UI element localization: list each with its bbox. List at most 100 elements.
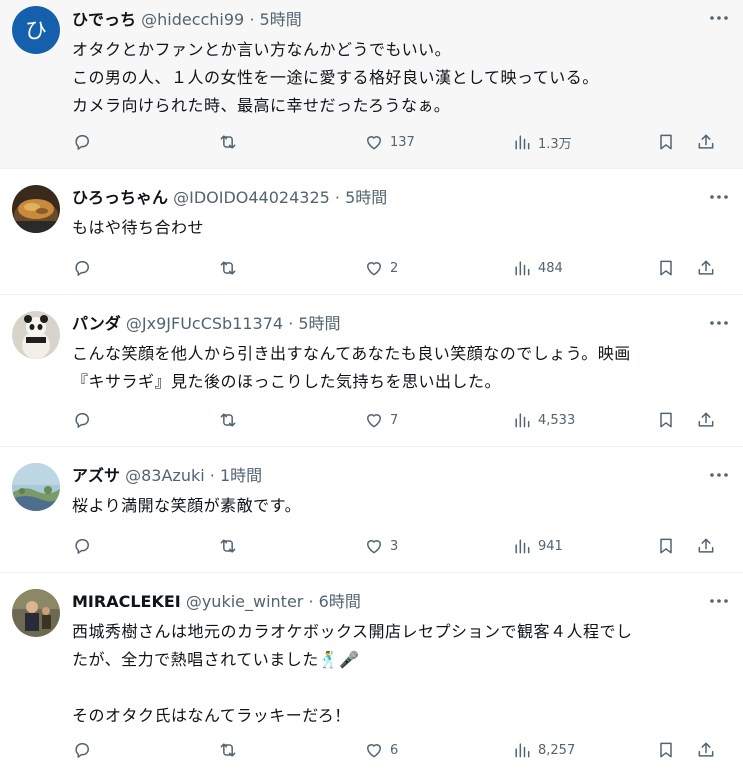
share-button[interactable] (696, 408, 716, 432)
post-text: 西城秀樹さんは地元のカラオケボックス開店レセプションで観客４人程でし たが、全力… (72, 622, 633, 725)
like-count: 137 (390, 134, 415, 150)
more-horizontal-icon (710, 195, 728, 199)
user-handle[interactable]: @83Azuki (125, 466, 205, 485)
post-time[interactable]: 1時間 (220, 466, 262, 485)
more-options-button[interactable] (707, 313, 731, 333)
views-chart-icon (515, 743, 530, 758)
reply-button[interactable] (72, 408, 92, 432)
display-name[interactable]: アズサ (72, 466, 120, 485)
display-name[interactable]: MIRACLEKEI (72, 592, 181, 611)
reply-post[interactable]: MIRACLEKEI @yukie_winter · 6時間 西城秀樹さんは地元… (0, 573, 743, 778)
reply-button[interactable] (72, 130, 92, 154)
reply-button[interactable] (72, 534, 92, 558)
views-button[interactable]: 484 (512, 256, 563, 280)
share-icon (698, 538, 714, 553)
reply-icon (75, 135, 89, 150)
post-header: ひでっち @hidecchi99 · 5時間 (72, 9, 731, 31)
action-bar: 3 941 (72, 534, 731, 558)
more-options-button[interactable] (707, 8, 731, 28)
views-button[interactable]: 1.3万 (512, 130, 572, 154)
post-header: パンダ @Jx9JFUcCSb11374 · 5時間 (72, 313, 731, 335)
avatar[interactable] (12, 463, 60, 511)
like-button[interactable]: 6 (364, 738, 398, 762)
reply-post[interactable]: アズサ @83Azuki · 1時間 桜より満開な笑顔が素敵です。 3 941 (0, 447, 743, 573)
like-count: 7 (390, 412, 399, 428)
like-button[interactable]: 137 (364, 130, 415, 154)
display-name[interactable]: パンダ (72, 314, 121, 333)
post-text: オタクとかファンとか言い方なんかどうでもいい。 この男の人、１人の女性を一途に愛… (72, 40, 599, 115)
views-button[interactable]: 8,257 (512, 738, 575, 762)
like-button[interactable]: 2 (364, 256, 398, 280)
avatar-photo-image (12, 589, 60, 637)
retweet-button[interactable] (218, 408, 238, 432)
bookmark-icon (660, 412, 672, 428)
avatar[interactable] (12, 185, 60, 233)
views-count: 8,257 (538, 742, 576, 758)
heart-icon (367, 136, 381, 150)
like-count: 6 (390, 742, 399, 758)
views-button[interactable]: 941 (512, 534, 563, 558)
more-horizontal-icon (710, 599, 728, 603)
post-header: MIRACLEKEI @yukie_winter · 6時間 (72, 591, 731, 613)
avatar-food-image (12, 185, 60, 233)
share-icon (698, 260, 714, 275)
display-name[interactable]: ひでっち (72, 10, 136, 29)
bookmark-icon (660, 538, 672, 554)
avatar-initial: ひ (25, 19, 47, 44)
retweet-button[interactable] (218, 130, 238, 154)
avatar[interactable] (12, 311, 60, 359)
post-time[interactable]: 5時間 (260, 10, 302, 29)
bookmark-button[interactable] (656, 256, 676, 280)
reply-button[interactable] (72, 256, 92, 280)
bookmark-button[interactable] (656, 130, 676, 154)
user-handle[interactable]: @yukie_winter (186, 592, 304, 611)
views-chart-icon (515, 413, 530, 428)
share-button[interactable] (696, 534, 716, 558)
like-button[interactable]: 7 (364, 408, 398, 432)
views-count: 1.3万 (538, 136, 572, 152)
share-button[interactable] (696, 256, 716, 280)
reply-post[interactable]: ひ ひでっち @hidecchi99 · 5時間 オタクとかファンとか言い方なん… (0, 0, 743, 169)
display-name[interactable]: ひろっちゃん (72, 188, 168, 207)
more-horizontal-icon (710, 16, 728, 20)
reply-feed: ひ ひでっち @hidecchi99 · 5時間 オタクとかファンとか言い方なん… (0, 0, 743, 778)
retweet-button[interactable] (218, 738, 238, 762)
action-bar: 2 484 (72, 256, 731, 280)
separator-dot: · (209, 466, 215, 485)
more-options-button[interactable] (707, 465, 731, 485)
avatar[interactable]: ひ (12, 6, 60, 54)
reply-post[interactable]: パンダ @Jx9JFUcCSb11374 · 5時間 こんな笑顔を他人から引き出… (0, 295, 743, 447)
bookmark-button[interactable] (656, 408, 676, 432)
bookmark-button[interactable] (656, 738, 676, 762)
post-time[interactable]: 5時間 (345, 188, 387, 207)
user-handle[interactable]: @IDOIDO44024325 (173, 188, 330, 207)
retweet-button[interactable] (218, 256, 238, 280)
share-icon (698, 742, 714, 757)
retweet-button[interactable] (218, 534, 238, 558)
share-button[interactable] (696, 738, 716, 762)
heart-icon (367, 744, 381, 758)
bookmark-icon (660, 742, 672, 758)
action-bar: 6 8,257 (72, 738, 731, 762)
post-time[interactable]: 5時間 (298, 314, 340, 333)
bookmark-button[interactable] (656, 534, 676, 558)
like-count: 3 (390, 538, 399, 554)
post-time[interactable]: 6時間 (319, 592, 361, 611)
reply-button[interactable] (72, 738, 92, 762)
user-handle[interactable]: @hidecchi99 (141, 10, 244, 29)
avatar[interactable] (12, 589, 60, 637)
reply-post[interactable]: ひろっちゃん @IDOIDO44024325 · 5時間 もはや待ち合わせ 2 … (0, 169, 743, 295)
reply-icon (75, 743, 89, 758)
share-icon (698, 412, 714, 427)
more-options-button[interactable] (707, 187, 731, 207)
retweet-icon (220, 261, 236, 275)
like-button[interactable]: 3 (364, 534, 398, 558)
share-button[interactable] (696, 130, 716, 154)
more-options-button[interactable] (707, 591, 731, 611)
heart-icon (367, 262, 381, 276)
user-handle[interactable]: @Jx9JFUcCSb11374 (126, 314, 283, 333)
views-button[interactable]: 4,533 (512, 408, 575, 432)
more-horizontal-icon (710, 321, 728, 325)
separator-dot: · (334, 188, 340, 207)
views-count: 941 (538, 538, 563, 554)
